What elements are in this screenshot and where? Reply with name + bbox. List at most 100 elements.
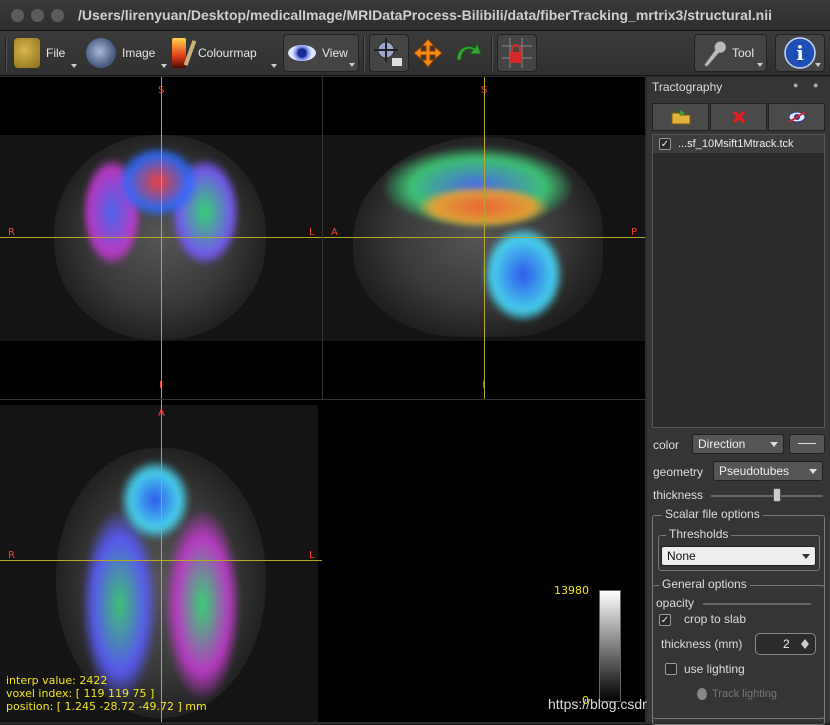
chevron-down-icon [809,469,817,474]
panel-title: Tractography [652,80,723,94]
geometry-value: Pseudotubes [719,464,790,478]
mrview-window: /Users/lirenyuan/Desktop/medicalImage/MR… [0,0,830,725]
image-menu-button[interactable]: Image [86,34,170,72]
track-list[interactable]: ✓ ...sf_10Msift1Mtrack.tck [652,134,825,428]
orientation-label-right: P [631,227,638,238]
colorbar-max-label: 13980 [554,584,589,597]
geometry-label: geometry [653,465,704,479]
colourmap-menu-button[interactable]: Colourmap [172,34,280,72]
wrench-icon [703,40,726,68]
grid-lock-icon [502,38,532,68]
thickness-slider[interactable] [711,495,823,497]
opacity-slider[interactable] [703,603,811,605]
opacity-label: opacity [656,596,695,610]
orientation-label-top: S [158,85,165,96]
slab-thickness-spinbox[interactable]: 2 [755,633,816,655]
track-lighting-button[interactable]: Track lighting [657,683,817,705]
threshold-value: None [667,549,696,563]
rotate-arrow-icon [456,41,482,61]
chevron-down-icon [802,554,810,559]
zoom-window-button[interactable] [51,9,64,22]
info-button[interactable]: i [775,34,825,72]
geometry-select[interactable]: Pseudotubes [713,461,823,481]
thresholds-title: Thresholds [666,527,732,541]
pan-tool-button[interactable] [410,34,446,72]
toolbar-separator [491,37,493,71]
crosshair-horizontal [0,237,322,238]
orientation-label-left: R [8,550,15,561]
tool-menu-label: Tool [732,46,755,60]
sagittal-view[interactable]: S I A P [323,77,645,399]
interp-value-readout: interp value: 2422 [6,674,108,687]
color-mode-select[interactable]: Direction [692,434,784,454]
tractography-panel: Tractography ● ● ✓ ...sf_10Msift1Mtrack.… [647,77,830,725]
intensity-colorbar [599,590,621,702]
crop-to-slab-label: crop to slab [684,612,747,626]
open-tracks-button[interactable] [652,103,709,131]
open-folder-icon [671,110,690,125]
toolbar-separator [363,37,365,71]
slab-thickness-value: 2 [783,637,790,651]
colourmap-menu-label: Colourmap [198,46,257,60]
scalar-file-options-title: Scalar file options [662,507,763,521]
color-mode-value: Direction [698,437,746,451]
fiber-tracts [483,227,563,322]
view-menu-button[interactable]: View [283,34,359,72]
track-list-item[interactable]: ✓ ...sf_10Msift1Mtrack.tck [653,135,824,153]
spin-down-icon[interactable] [801,644,809,649]
fiber-tracts [418,187,548,227]
track-button-bar [652,103,825,131]
slab-thickness-label: thickness (mm) [661,637,743,651]
orientation-label-left: R [8,227,15,238]
lightbulb-icon [696,688,707,700]
chevron-down-icon [815,63,821,67]
close-tracks-button[interactable] [710,103,767,131]
fiber-tracts [118,147,198,217]
crosshair-tool-button[interactable] [369,34,409,72]
voxel-index-readout: voxel index: [ 119 119 75 ] [6,687,155,700]
crosshair-horizontal [0,560,322,561]
threshold-select[interactable]: None [661,546,816,566]
minimize-window-button[interactable] [31,9,44,22]
crop-to-slab-checkbox[interactable]: ✓ [659,614,671,626]
crosshair-horizontal [323,237,645,238]
close-panel-icon[interactable]: ● [813,80,818,90]
tool-menu-button[interactable]: Tool [694,34,767,72]
view-divider [322,77,323,399]
info-icon: i [784,37,816,69]
track-lighting-label: Track lighting [711,688,777,700]
window-title: /Users/lirenyuan/Desktop/medicalImage/MR… [78,7,773,23]
chevron-down-icon [71,64,77,68]
hide-tracks-button[interactable] [768,103,825,131]
hide-eye-icon [787,111,806,123]
coronal-view[interactable]: S I R L [0,77,322,399]
color-label: color [653,438,680,452]
general-options-title: General options [659,577,750,591]
chevron-down-icon [349,63,355,67]
crosshair-vertical [161,77,162,399]
image-viewer[interactable]: S I R L S I A P A R L interp value: 2422… [0,77,645,722]
track-visible-checkbox[interactable]: ✓ [659,138,671,150]
move-arrows-icon [413,38,443,68]
rotate-tool-button[interactable] [450,34,486,72]
use-lighting-checkbox[interactable] [665,663,677,675]
view-menu-label: View [322,46,348,60]
float-panel-icon[interactable]: ● [793,80,798,90]
image-menu-label: Image [122,46,156,60]
lock-view-button[interactable] [497,34,537,72]
color-swatch-button[interactable] [789,434,825,454]
crosshair-vertical [484,77,485,399]
thickness-slider-handle[interactable] [773,488,782,502]
fiber-tracts [120,460,190,540]
file-menu-button[interactable]: File [14,34,80,72]
chevron-down-icon [271,64,277,68]
panel-header: Tractography ● ● [647,77,830,97]
folder-brain-icon [14,38,40,68]
toolbar-separator [5,37,7,71]
crosshair-icon [374,38,402,66]
file-menu-label: File [46,46,66,60]
chevron-down-icon [770,442,778,447]
close-window-button[interactable] [11,9,24,22]
position-readout: position: [ 1.245 -28.72 -49.72 ] mm [6,700,207,713]
use-lighting-label: use lighting [684,662,745,676]
